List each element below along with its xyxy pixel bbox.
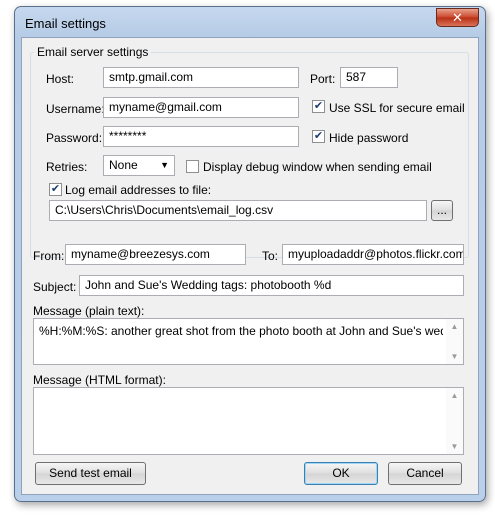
password-label: Password:: [46, 131, 103, 145]
browse-button[interactable]: ...: [431, 200, 453, 221]
html-message-label: Message (HTML format):: [33, 373, 166, 387]
dropdown-arrow-icon: ▼: [160, 160, 169, 170]
plain-message-label: Message (plain text):: [33, 304, 145, 318]
debug-window-checkbox[interactable]: [186, 160, 199, 173]
to-label: To:: [262, 249, 279, 263]
html-message-textarea[interactable]: ▲ ▼: [33, 387, 464, 455]
subject-label: Subject:: [33, 280, 77, 294]
group-title: Email server settings: [34, 45, 152, 59]
log-addresses-checkbox[interactable]: ✔: [49, 183, 62, 196]
retries-select[interactable]: None ▼: [103, 155, 175, 176]
scroll-up-icon[interactable]: ▲: [446, 391, 463, 400]
html-message-scrollbar[interactable]: ▲ ▼: [446, 388, 463, 454]
scroll-down-icon[interactable]: ▼: [446, 352, 463, 361]
ok-button[interactable]: OK: [304, 462, 378, 485]
password-input[interactable]: ********: [103, 126, 299, 147]
scroll-down-icon[interactable]: ▼: [446, 442, 463, 451]
subject-input[interactable]: John and Sue's Wedding tags: photobooth …: [79, 275, 464, 296]
dialog-client-area: Email server settings Host: smtp.gmail.c…: [21, 37, 479, 495]
port-label: Port:: [310, 72, 336, 86]
checkmark-icon: ✔: [313, 130, 324, 142]
plain-message-text: %H:%M:%S: another great shot from the ph…: [39, 324, 443, 338]
email-settings-window: Email settings ✕ Email server settings H…: [14, 6, 486, 502]
use-ssl-label: Use SSL for secure email: [329, 101, 465, 115]
checkmark-icon: ✔: [50, 183, 61, 195]
cancel-button[interactable]: Cancel: [388, 462, 462, 485]
window-title: Email settings: [25, 16, 106, 31]
host-label: Host:: [46, 72, 75, 86]
log-file-path-input[interactable]: C:\Users\Chris\Documents\email_log.csv: [49, 200, 427, 221]
hide-password-label: Hide password: [329, 131, 409, 145]
log-addresses-label: Log email addresses to file:: [65, 183, 212, 197]
scroll-up-icon[interactable]: ▲: [446, 322, 463, 331]
retries-value: None: [109, 158, 138, 172]
username-input[interactable]: myname@gmail.com: [103, 97, 299, 118]
username-label: Username:: [46, 102, 105, 116]
retries-label: Retries:: [46, 160, 88, 174]
use-ssl-checkbox[interactable]: ✔: [312, 100, 325, 113]
from-label: From:: [33, 249, 65, 263]
port-input[interactable]: 587: [340, 67, 398, 88]
from-input[interactable]: myname@breezesys.com: [65, 244, 246, 265]
close-button[interactable]: ✕: [436, 8, 479, 27]
send-test-email-button[interactable]: Send test email: [35, 462, 146, 485]
debug-window-label: Display debug window when sending email: [203, 160, 432, 174]
checkmark-icon: ✔: [313, 100, 324, 112]
to-input[interactable]: myuploadaddr@photos.flickr.com: [282, 244, 464, 265]
plain-message-textarea[interactable]: %H:%M:%S: another great shot from the ph…: [33, 318, 464, 365]
host-input[interactable]: smtp.gmail.com: [103, 67, 299, 88]
hide-password-checkbox[interactable]: ✔: [312, 130, 325, 143]
plain-message-scrollbar[interactable]: ▲ ▼: [446, 319, 463, 364]
